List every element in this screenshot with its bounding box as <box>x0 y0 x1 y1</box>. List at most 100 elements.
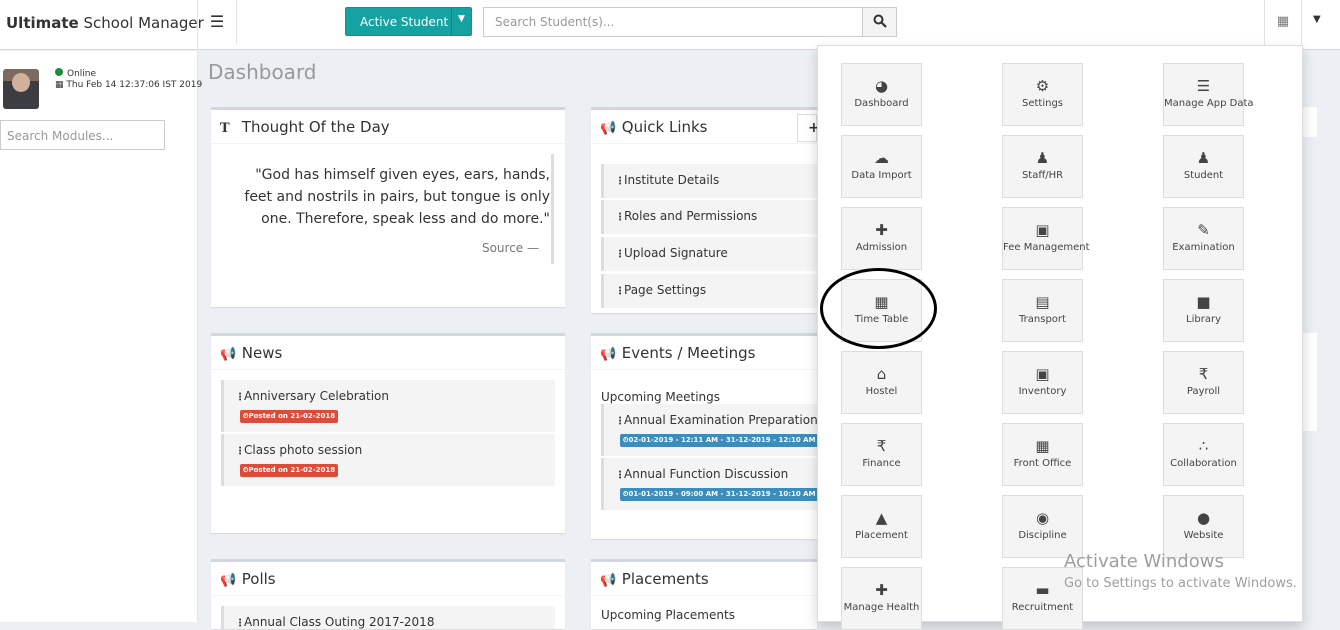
news-item-title: Class photo session <box>244 443 363 457</box>
cogs-icon: ⚙ <box>1035 77 1050 95</box>
drag-handle-icon[interactable]: ⋮ <box>615 176 625 187</box>
quick-link-label: Page Settings <box>624 283 707 297</box>
modules-grid-button[interactable]: ▦ <box>1264 0 1302 45</box>
money-icon: ▣ <box>1035 221 1050 239</box>
list-item[interactable]: ⋮Annual Class Outing 2017-2018 <box>221 606 555 629</box>
module-label: Transport <box>1019 314 1066 325</box>
calendar-small-icon: ▦ <box>55 80 64 90</box>
module-tile-payroll[interactable]: ₹ Payroll <box>1163 351 1244 414</box>
rupee-icon: ₹ <box>1198 365 1209 383</box>
online-status-label: Online <box>67 69 97 79</box>
edit-icon: ✎ <box>1197 221 1210 239</box>
module-label: Inventory <box>1018 386 1067 397</box>
module-label: Finance <box>862 458 901 469</box>
scrollbar[interactable] <box>551 154 554 264</box>
search-button[interactable] <box>862 7 897 37</box>
placements-header: 📢 Placements <box>591 562 817 596</box>
event-item-title: Annual Examination Preparation <box>624 413 817 427</box>
online-dot-icon <box>55 68 63 76</box>
events-box: 📢 Events / Meetings Upcoming Meetings ⋮A… <box>591 333 817 539</box>
posted-badge: ⏲Posted on 21-02-2018 <box>240 464 339 477</box>
bus-icon: ▤ <box>1035 293 1050 311</box>
module-search-input[interactable]: Search Modules... <box>0 120 165 150</box>
thought-title: Thought Of the Day <box>241 118 390 136</box>
list-item[interactable]: ⋮Page Settings <box>601 274 817 308</box>
news-box: 📢 News ⋮Anniversary Celebration ⏲Posted o… <box>211 333 565 533</box>
module-label: Fee Management <box>1003 242 1090 253</box>
module-label: Data Import <box>851 170 912 181</box>
list-item[interactable]: ⋮Class photo session ⏲Posted on 21-02-201… <box>221 434 555 486</box>
module-tile-manage-app-data[interactable]: ☰ Manage App Data <box>1163 63 1254 126</box>
quick-links-box: 📢 Quick Links + ⋮Institute Details ⋮Role… <box>591 107 817 313</box>
module-tile-finance[interactable]: ₹ Finance <box>841 423 922 486</box>
user-plus-icon: ✚ <box>875 221 888 239</box>
users-icon: ♟ <box>1035 149 1050 167</box>
book-icon: ■ <box>1196 293 1211 311</box>
background-panel-edge <box>1303 333 1317 431</box>
drag-handle-icon[interactable]: ⋮ <box>615 470 625 481</box>
sidebar-toggle-button[interactable]: ☰ <box>198 0 237 44</box>
drag-handle-icon[interactable]: ⋮ <box>615 212 625 223</box>
drag-handle-icon[interactable]: ⋮ <box>235 446 245 457</box>
module-tile-admission[interactable]: ✚ Admission <box>841 207 922 270</box>
module-tile-hostel[interactable]: ⌂ Hostel <box>841 351 922 414</box>
quick-links-title: Quick Links <box>621 118 708 136</box>
module-tile-data-import[interactable]: ☁ Data Import <box>841 135 922 198</box>
bullhorn-icon: 📢 <box>220 573 237 588</box>
list-item[interactable]: ⋮Institute Details <box>601 164 817 198</box>
active-student-label: Active Student <box>360 15 449 29</box>
text-height-icon: T <box>220 121 230 136</box>
news-item-title: Anniversary Celebration <box>244 389 389 403</box>
graduation-cap-icon: ▲ <box>875 509 888 527</box>
thought-quote: "God has himself given eyes, ears, hands… <box>244 167 550 227</box>
module-label: Discipline <box>1018 530 1067 541</box>
module-tile-fee-management[interactable]: ▣ Fee Management <box>1002 207 1090 270</box>
medkit-icon: ✚ <box>875 581 888 599</box>
bullhorn-icon: 📢 <box>600 121 617 136</box>
news-title: News <box>241 344 283 362</box>
module-tile-website[interactable]: ● Website <box>1163 495 1244 558</box>
module-tile-front-office[interactable]: ▦ Front Office <box>1002 423 1083 486</box>
drag-handle-icon[interactable]: ⋮ <box>235 618 245 629</box>
module-tile-collaboration[interactable]: ∴ Collaboration <box>1163 423 1244 486</box>
list-item[interactable]: ⋮Annual Function Discussion ⏲01-01-2019 -… <box>601 458 817 510</box>
active-student-button[interactable]: Active Student ▼ <box>345 7 472 36</box>
home-icon: ⌂ <box>876 365 887 383</box>
app-logo[interactable]: Ultimate School Manager <box>0 0 204 50</box>
events-subtitle: Upcoming Meetings <box>601 390 721 404</box>
quick-link-label: Institute Details <box>624 173 720 187</box>
module-label: Library <box>1186 314 1221 325</box>
module-tile-inventory[interactable]: ▣ Inventory <box>1002 351 1083 414</box>
drag-handle-icon[interactable]: ⋮ <box>615 249 625 260</box>
polls-title: Polls <box>241 570 276 588</box>
student-search-input[interactable]: Search Student(s)... <box>483 7 863 37</box>
user-menu-caret-icon[interactable]: ▼ <box>1313 14 1321 25</box>
add-quick-link-button[interactable]: + <box>797 114 817 142</box>
module-tile-transport[interactable]: ▤ Transport <box>1002 279 1083 342</box>
module-tile-staff-hr[interactable]: ♟ Staff/HR <box>1002 135 1083 198</box>
list-item[interactable]: ⋮Upload Signature <box>601 237 817 271</box>
thought-source: Source — <box>481 241 539 255</box>
module-tile-dashboard[interactable]: ◕ Dashboard <box>841 63 922 126</box>
date-range-badge: ⏲01-01-2019 - 09:00 AM - 31-12-2019 - 10… <box>620 488 817 501</box>
module-tile-discipline[interactable]: ◉ Discipline <box>1002 495 1083 558</box>
list-item[interactable]: ⋮Roles and Permissions <box>601 200 817 234</box>
list-item[interactable]: ⋮Anniversary Celebration ⏲Posted on 21-02… <box>221 380 555 432</box>
module-tile-library[interactable]: ■ Library <box>1163 279 1244 342</box>
caret-down-icon[interactable]: ▼ <box>451 8 471 35</box>
quick-links-header: 📢 Quick Links <box>591 110 817 144</box>
module-tile-examination[interactable]: ✎ Examination <box>1163 207 1244 270</box>
module-tile-student[interactable]: ♟ Student <box>1163 135 1244 198</box>
placements-box: 📢 Placements Upcoming Placements <box>591 559 817 629</box>
module-label: Placement <box>855 530 908 541</box>
drag-handle-icon[interactable]: ⋮ <box>235 392 245 403</box>
module-tile-settings[interactable]: ⚙ Settings <box>1002 63 1083 126</box>
module-label: Front Office <box>1013 458 1072 469</box>
list-item[interactable]: ⋮Annual Examination Preparation ⏲02-01-20… <box>601 404 817 456</box>
module-tile-manage-health[interactable]: ✚ Manage Health <box>841 567 922 630</box>
drag-handle-icon[interactable]: ⋮ <box>615 416 625 427</box>
module-tile-placement[interactable]: ▲ Placement <box>841 495 922 558</box>
polls-header: 📢 Polls <box>211 562 565 596</box>
database-icon: ☰ <box>1196 77 1211 95</box>
drag-handle-icon[interactable]: ⋮ <box>615 286 625 297</box>
